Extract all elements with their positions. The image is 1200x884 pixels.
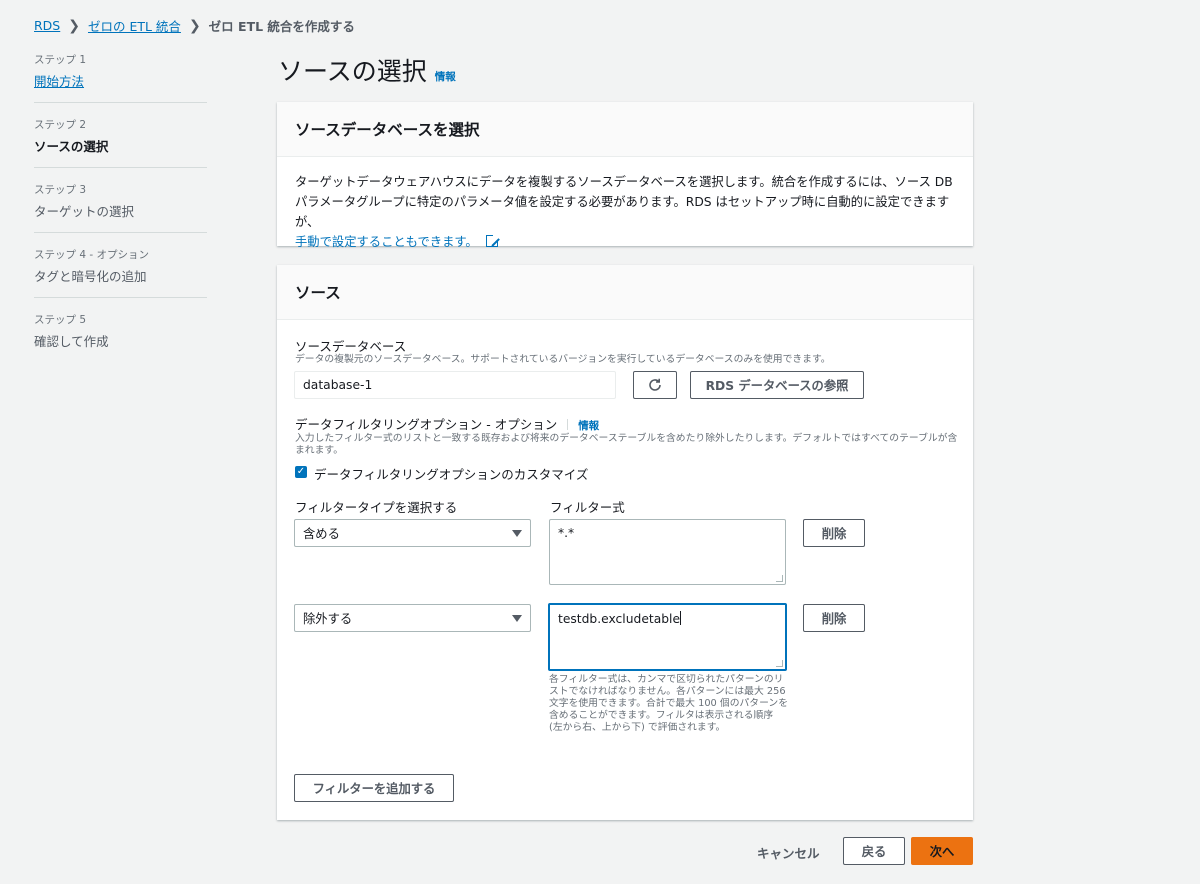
next-button[interactable]: 次へ bbox=[911, 837, 973, 865]
page-title: ソースの選択 bbox=[278, 57, 427, 86]
filter-expression-value: *.* bbox=[558, 526, 575, 540]
step-name: ターゲットの選択 bbox=[34, 204, 135, 219]
divider bbox=[567, 419, 569, 430]
panel-header: ソースデータベースを選択 bbox=[277, 102, 973, 157]
cancel-button[interactable]: キャンセル bbox=[757, 843, 820, 862]
step-number: ステップ 2 bbox=[34, 119, 87, 131]
chevron-right-icon: ❯ bbox=[68, 17, 80, 34]
panel-title: ソース bbox=[295, 284, 341, 302]
refresh-icon bbox=[649, 378, 661, 391]
text-cursor bbox=[680, 611, 682, 625]
step-number: ステップ 1 bbox=[34, 54, 87, 66]
browse-db-button[interactable]: RDS データベースの参照 bbox=[690, 371, 864, 399]
filter-expression-input[interactable]: *.* bbox=[549, 519, 786, 585]
step-name: 確認して作成 bbox=[34, 334, 109, 349]
step-1: ステップ 1 開始方法 bbox=[34, 52, 207, 103]
step-current: ソースの選択 bbox=[34, 139, 109, 154]
step-2: ステップ 2 ソースの選択 bbox=[34, 117, 207, 168]
remove-filter-button[interactable]: 削除 bbox=[803, 519, 865, 547]
manual-config-link-text: 手動で設定することもできます。 bbox=[295, 235, 478, 249]
info-link[interactable]: 情報 bbox=[435, 69, 456, 84]
external-link-icon bbox=[485, 233, 500, 247]
filter-type-label: フィルタータイプを選択する bbox=[295, 500, 458, 515]
remove-filter-button[interactable]: 削除 bbox=[803, 604, 865, 632]
step-name: タグと暗号化の追加 bbox=[34, 269, 147, 284]
source-db-input[interactable]: database-1 bbox=[294, 371, 616, 399]
refresh-button[interactable] bbox=[633, 371, 677, 399]
resize-handle-icon[interactable] bbox=[776, 575, 783, 582]
filter-info-link[interactable]: 情報 bbox=[578, 420, 599, 432]
caret-down-icon bbox=[512, 529, 522, 537]
step-number: ステップ 4 - オプション bbox=[34, 249, 149, 261]
filter-type-select[interactable]: 除外する bbox=[294, 604, 531, 632]
filter-type-select[interactable]: 含める bbox=[294, 519, 531, 547]
breadcrumb: RDS ❯ ゼロの ETL 統合 ❯ ゼロ ETL 統合を作成する bbox=[34, 16, 355, 35]
step-4: ステップ 4 - オプション タグと暗号化の追加 bbox=[34, 247, 207, 298]
customize-filter-checkbox[interactable]: ✓ bbox=[295, 466, 307, 478]
panel-title: ソースデータベースを選択 bbox=[295, 121, 480, 139]
select-source-panel: ソースデータベースを選択 ターゲットデータウェアハウスにデータを複製するソースデ… bbox=[277, 102, 973, 249]
filter-option-label: データフィルタリングオプション - オプション 情報 bbox=[295, 414, 599, 433]
step-3: ステップ 3 ターゲットの選択 bbox=[34, 182, 207, 233]
breadcrumb-rds[interactable]: RDS bbox=[34, 18, 60, 33]
checkmark-icon: ✓ bbox=[296, 466, 306, 477]
panel-description: ターゲットデータウェアハウスにデータを複製するソースデータベースを選択します。統… bbox=[295, 175, 953, 229]
manual-config-link[interactable]: 手動で設定することもできます。 bbox=[295, 233, 500, 249]
panel-header: ソース bbox=[277, 265, 973, 320]
step-number: ステップ 3 bbox=[34, 184, 87, 196]
source-panel: ソース ソースデータベース データの複製元のソースデータベース。サポートされてい… bbox=[277, 265, 973, 820]
step-number: ステップ 5 bbox=[34, 314, 87, 326]
filter-expression-hint: 各フィルター式は、カンマで区切られたパターンのリストでなければなりません。各パタ… bbox=[549, 674, 788, 733]
add-filter-button[interactable]: フィルターを追加する bbox=[294, 774, 454, 802]
filter-expression-value: testdb.excludetable bbox=[558, 612, 681, 626]
filter-expression-label: フィルター式 bbox=[550, 500, 625, 515]
source-db-label: ソースデータベース bbox=[295, 339, 407, 354]
page-header: ソースの選択 情報 bbox=[278, 52, 456, 88]
step-5: ステップ 5 確認して作成 bbox=[34, 312, 207, 363]
back-button[interactable]: 戻る bbox=[843, 837, 905, 865]
caret-down-icon bbox=[512, 614, 522, 622]
filter-option-description: 入力したフィルター式のリストと一致する既存および将来のデータベーステーブルを含め… bbox=[295, 433, 958, 456]
filter-expression-input[interactable]: testdb.excludetable bbox=[548, 603, 787, 671]
filter-option-label-text: データフィルタリングオプション - オプション bbox=[295, 417, 558, 432]
source-db-description: データの複製元のソースデータベース。サポートされているバージョンを実行しているデ… bbox=[295, 354, 831, 365]
resize-handle-icon[interactable] bbox=[776, 660, 783, 667]
panel-body: ターゲットデータウェアハウスにデータを複製するソースデータベースを選択します。統… bbox=[277, 157, 973, 267]
step-link-start[interactable]: 開始方法 bbox=[34, 74, 84, 89]
breadcrumb-zero-etl[interactable]: ゼロの ETL 統合 bbox=[88, 16, 181, 35]
filter-type-value: 除外する bbox=[303, 612, 353, 626]
wizard-steps: ステップ 1 開始方法 ステップ 2 ソースの選択 ステップ 3 ターゲットの選… bbox=[34, 52, 207, 377]
filter-type-value: 含める bbox=[303, 527, 340, 541]
chevron-right-icon: ❯ bbox=[188, 17, 201, 34]
customize-filter-label: データフィルタリングオプションのカスタマイズ bbox=[314, 467, 589, 482]
breadcrumb-current: ゼロ ETL 統合を作成する bbox=[208, 19, 355, 34]
